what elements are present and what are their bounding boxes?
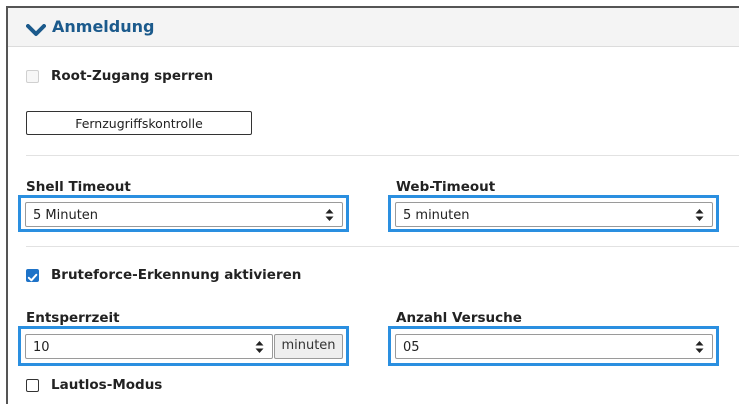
- silent-mode-label: Lautlos-Modus: [51, 377, 163, 393]
- divider: [26, 155, 739, 156]
- attempts-select[interactable]: 05: [395, 334, 713, 359]
- web-timeout-select[interactable]: 5 minuten: [395, 202, 713, 227]
- remote-access-control-button[interactable]: Fernzugriffskontrolle: [26, 111, 252, 135]
- web-timeout-value: 5 minuten: [403, 208, 470, 223]
- attempts-label: Anzahl Versuche: [396, 310, 522, 326]
- section-title: Anmeldung: [52, 17, 155, 36]
- bruteforce-checkbox[interactable]: [26, 269, 39, 282]
- root-access-checkbox[interactable]: [26, 70, 39, 83]
- unlock-time-stepper[interactable]: 10: [25, 334, 273, 359]
- sort-arrows-icon: [325, 209, 334, 221]
- unlock-time-label: Entsperrzeit: [26, 310, 120, 326]
- shell-timeout-select[interactable]: 5 Minuten: [25, 202, 343, 227]
- silent-mode-checkbox[interactable]: [26, 379, 39, 392]
- checkmark-icon: [27, 273, 38, 282]
- chevron-down-icon[interactable]: [26, 24, 46, 38]
- divider: [26, 246, 739, 247]
- spinner-arrows-icon[interactable]: [255, 340, 264, 354]
- unlock-time-unit: minuten: [274, 334, 343, 359]
- shell-timeout-label: Shell Timeout: [26, 179, 131, 195]
- bruteforce-label: Bruteforce-Erkennung aktivieren: [51, 267, 302, 283]
- root-access-label: Root-Zugang sperren: [51, 68, 214, 84]
- web-timeout-label: Web-Timeout: [396, 179, 496, 195]
- shell-timeout-value: 5 Minuten: [33, 208, 99, 223]
- sort-arrows-icon: [695, 341, 704, 353]
- attempts-value: 05: [403, 340, 420, 355]
- unlock-time-value: 10: [33, 340, 50, 355]
- section-header[interactable]: Anmeldung: [8, 8, 739, 47]
- sort-arrows-icon: [695, 209, 704, 221]
